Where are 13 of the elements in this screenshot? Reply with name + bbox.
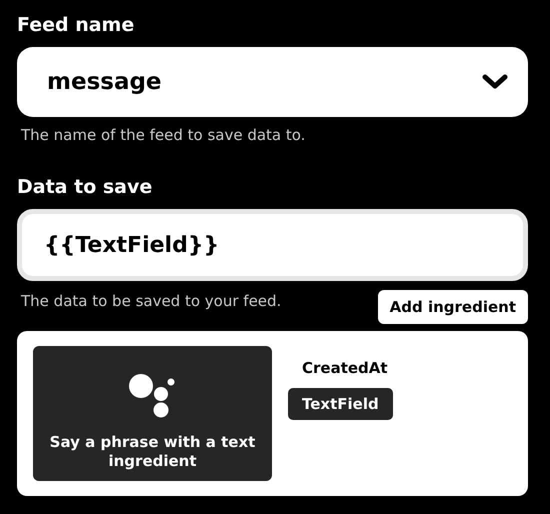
trigger-card-text: Say a phrase with a text ingredient	[48, 433, 256, 471]
help-text: The name of the feed to save data to.	[20, 126, 306, 144]
trigger-card[interactable]: Say a phrase with a text ingredient	[33, 346, 272, 481]
ingredient-chip[interactable]: CreatedAt	[288, 352, 402, 384]
data-input-field[interactable]: {{TextField}}	[17, 209, 528, 281]
field-label: Data to save	[17, 175, 154, 200]
chevron-down-icon	[482, 74, 508, 90]
ingredient-chip[interactable]: TextField	[288, 388, 393, 420]
field-label: Feed name	[17, 13, 136, 38]
help-text: The data to be saved to your feed.	[20, 292, 282, 310]
assistant-dots-icon	[128, 373, 178, 419]
add-ingredient-button[interactable]: Add ingredient	[378, 290, 528, 324]
feed-name-dropdown[interactable]: message	[17, 47, 528, 117]
